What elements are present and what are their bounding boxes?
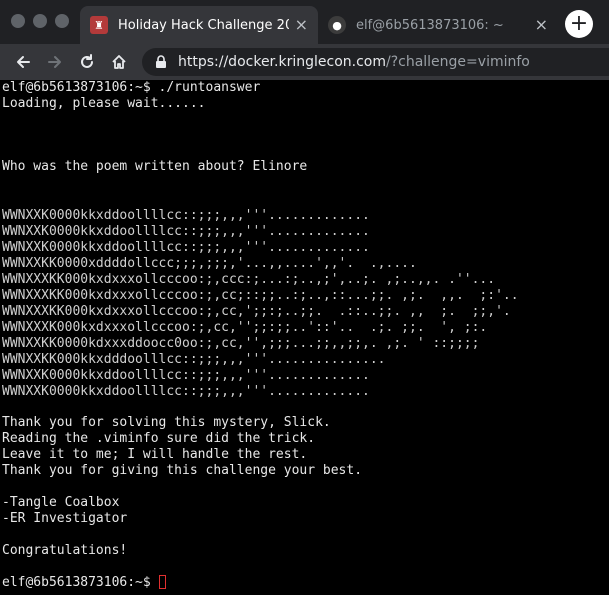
ascii-art-line: WWNXXXK000kxdxxxollcccoo:;,cc,'';;:;;..'…	[2, 320, 488, 335]
address-bar[interactable]: https://docker.kringlecon.com/?challenge…	[142, 48, 609, 76]
browser-toolbar: https://docker.kringlecon.com/?challenge…	[0, 44, 609, 80]
back-button[interactable]	[10, 49, 36, 75]
tab-title: Holiday Hack Challenge 2018	[118, 17, 289, 33]
minimize-window-button[interactable]	[33, 14, 47, 28]
url-text: https://docker.kringlecon.com/?challenge…	[178, 54, 530, 70]
reload-button[interactable]	[74, 49, 100, 75]
close-tab-icon[interactable]: ×	[295, 17, 308, 33]
question-text: Who was the poem written about? Elinore	[2, 159, 308, 174]
lock-icon	[156, 55, 166, 68]
prompt-line[interactable]: elf@6b5613873106:~$	[2, 575, 166, 591]
back-arrow-icon	[17, 56, 30, 68]
forward-button[interactable]	[42, 49, 68, 75]
ascii-art-line: WWNXXKK0000xddddollccc;;;,;;;,'...,,....…	[2, 256, 417, 271]
terminal-window[interactable]: elf@6b5613873106:~$ ./runtoanswer Loadin…	[0, 80, 609, 595]
message-line: Reading the .viminfo sure did the trick.	[2, 431, 316, 446]
ascii-art-line: WWNXXKK0000kdxxxddoocc0oo:;,cc,'',;;;...…	[2, 336, 480, 351]
tab-terminal[interactable]: ● elf@6b5613873106: ~ ×	[318, 6, 558, 44]
reload-icon	[81, 54, 93, 68]
close-tab-icon[interactable]: ×	[535, 17, 548, 33]
ascii-art-line: WWNXXXKK000kxdxxxollcccoo:;,cc,';;:;..;;…	[2, 304, 511, 319]
maximize-window-button[interactable]	[55, 14, 69, 28]
message-line: Thank you for solving this mystery, Slic…	[2, 415, 331, 430]
message-line: Leave it to me; I will handle the rest.	[2, 447, 308, 462]
tab-title: elf@6b5613873106: ~	[356, 17, 504, 33]
ascii-art-line: WWNXXK0000kkxddoollllcc::;;;,,,'''......…	[2, 240, 370, 255]
message-line: Thank you for giving this challenge your…	[2, 463, 363, 478]
prompt-text: elf@6b5613873106:~$	[2, 575, 159, 590]
home-button[interactable]	[106, 49, 132, 75]
ascii-art-line: WWNXXXKK000kxdxxxollcccoo:;,ccc:;...:;..…	[2, 272, 496, 287]
browser-chrome: ♜ Holiday Hack Challenge 2018 × ● elf@6b…	[0, 0, 609, 80]
ascii-art-line: WWNXXK0000kkxddoollllcc::;;;,,,'''......…	[2, 384, 370, 399]
kringlecon-icon: ♜	[90, 16, 108, 34]
ascii-art-line: WWNXXK0000kkxddoollllcc::;;;,,,'''......…	[2, 368, 370, 383]
url-path: /?challenge=viminfo	[385, 54, 530, 70]
terminal-cursor	[158, 575, 166, 589]
tab-holiday-hack[interactable]: ♜ Holiday Hack Challenge 2018 ×	[80, 6, 318, 44]
command-line: elf@6b5613873106:~$ ./runtoanswer	[2, 80, 261, 95]
home-icon	[112, 55, 126, 69]
github-icon: ●	[328, 16, 346, 34]
new-tab-button[interactable]: +	[565, 10, 593, 38]
signature-line: -ER Investigator	[2, 511, 128, 526]
signature-line: -Tangle Coalbox	[2, 495, 120, 510]
ascii-art-line: WWNXXXKK000kxdxxxollcccoo:;,cc;::;;..:;.…	[2, 288, 519, 303]
url-host: https://docker.kringlecon.com	[178, 54, 386, 70]
ascii-art-line: WWNXXK0000kkxddoollllcc::;;;,,,'''......…	[2, 208, 370, 223]
tab-strip: ♜ Holiday Hack Challenge 2018 × ● elf@6b…	[0, 0, 609, 44]
ascii-art-line: WWNXXKK000kkxdddoolllcc::;;;,,,'''......…	[2, 352, 386, 367]
loading-text: Loading, please wait......	[2, 96, 206, 111]
ascii-art-line: WWNXXK0000kkxddoollllcc::;;;,,,'''......…	[2, 224, 370, 239]
forward-arrow-icon	[48, 56, 61, 68]
close-window-button[interactable]	[11, 14, 25, 28]
congratulations-text: Congratulations!	[2, 543, 128, 558]
